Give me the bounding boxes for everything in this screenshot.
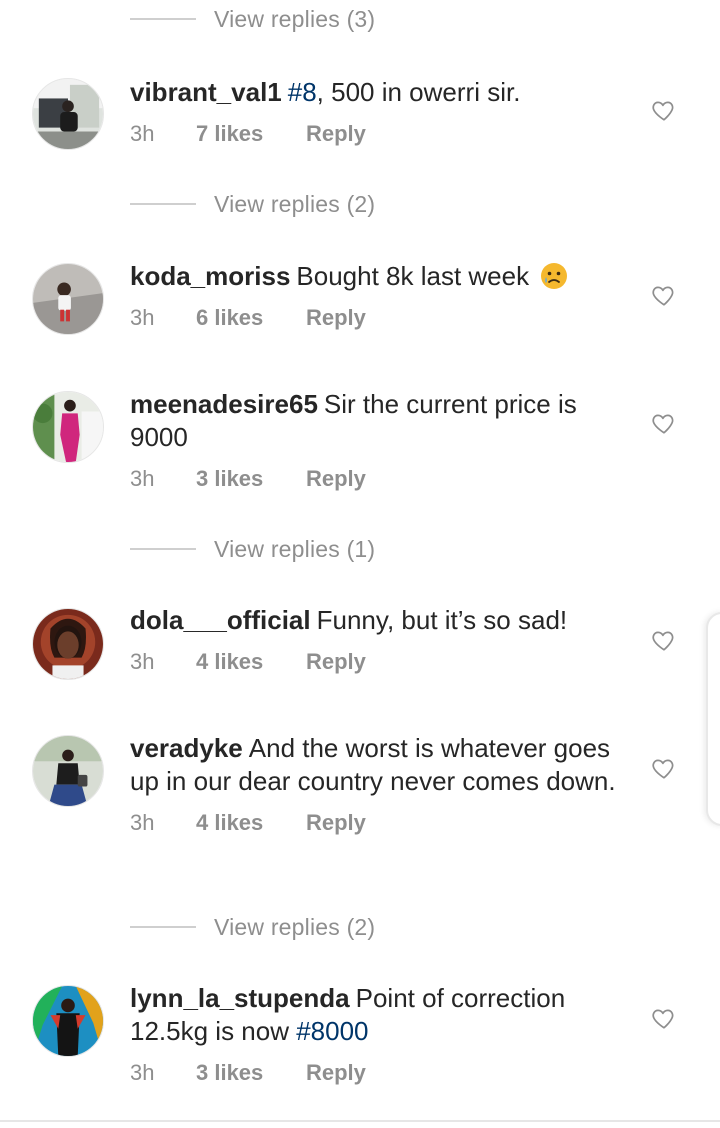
view-replies-label: View replies (1) [214, 535, 376, 562]
comment-likes[interactable]: 4 likes [196, 810, 306, 836]
comment-time: 3h [130, 466, 155, 491]
reply-button[interactable]: Reply [306, 466, 366, 492]
side-panel-handle[interactable] [706, 612, 720, 826]
comment-time: 3h [130, 1060, 155, 1085]
heart-outline-icon[interactable] [651, 410, 677, 436]
view-replies-label: View replies (2) [214, 913, 376, 940]
reply-button[interactable]: Reply [306, 810, 366, 836]
divider [130, 18, 196, 20]
comment-text: Funny, but it’s so sad! [316, 605, 568, 635]
comment-likes[interactable]: 6 likes [196, 305, 306, 331]
comment-hashtag[interactable]: #8 [288, 77, 317, 107]
reply-button[interactable]: Reply [306, 305, 366, 331]
comment-hashtag[interactable]: #8000 [296, 1016, 368, 1046]
comment-username[interactable]: koda_moriss [130, 261, 290, 291]
heart-outline-icon[interactable] [651, 1005, 677, 1031]
comment-likes[interactable]: 4 likes [196, 649, 306, 675]
comment-likes[interactable]: 3 likes [196, 1060, 306, 1086]
heart-outline-icon[interactable] [651, 282, 677, 308]
view-replies-label: View replies (2) [214, 190, 376, 217]
view-replies-link[interactable]: View replies (1) [130, 531, 375, 567]
view-replies-link[interactable]: View replies (2) [130, 909, 375, 945]
heart-outline-icon[interactable] [651, 755, 677, 781]
divider [0, 1120, 720, 1122]
divider [130, 548, 196, 550]
avatar[interactable] [32, 735, 104, 807]
heart-outline-icon[interactable] [651, 97, 677, 123]
comment-username[interactable]: lynn_la_stupenda [130, 983, 350, 1013]
heart-outline-icon[interactable] [651, 627, 677, 653]
comment-likes[interactable]: 3 likes [196, 466, 306, 492]
comment-username[interactable]: dola___official [130, 605, 311, 635]
avatar[interactable] [32, 608, 104, 680]
avatar[interactable] [32, 263, 104, 335]
avatar[interactable] [32, 78, 104, 150]
avatar[interactable] [32, 391, 104, 463]
comment-username[interactable]: meenadesire65 [130, 389, 318, 419]
reply-button[interactable]: Reply [306, 121, 366, 147]
reply-button[interactable]: Reply [306, 1060, 366, 1086]
comment-likes[interactable]: 7 likes [196, 121, 306, 147]
comment-username[interactable]: vibrant_val1 [130, 77, 282, 107]
view-replies-label: View replies (3) [214, 5, 376, 32]
avatar[interactable] [32, 985, 104, 1057]
view-replies-link[interactable]: View replies (2) [130, 186, 375, 222]
divider [130, 926, 196, 928]
comment-time: 3h [130, 649, 155, 674]
comment-time: 3h [130, 121, 155, 146]
comment-time: 3h [130, 810, 155, 835]
comment-time: 3h [130, 305, 155, 330]
crying-face-emoji [540, 262, 568, 290]
reply-button[interactable]: Reply [306, 649, 366, 675]
comment-text: Bought 8k last week [296, 261, 530, 291]
comment-username[interactable]: veradyke [130, 733, 243, 763]
divider [130, 203, 196, 205]
comment-text: , 500 in owerri sir. [316, 77, 521, 107]
view-replies-link[interactable]: View replies (3) [130, 1, 375, 37]
